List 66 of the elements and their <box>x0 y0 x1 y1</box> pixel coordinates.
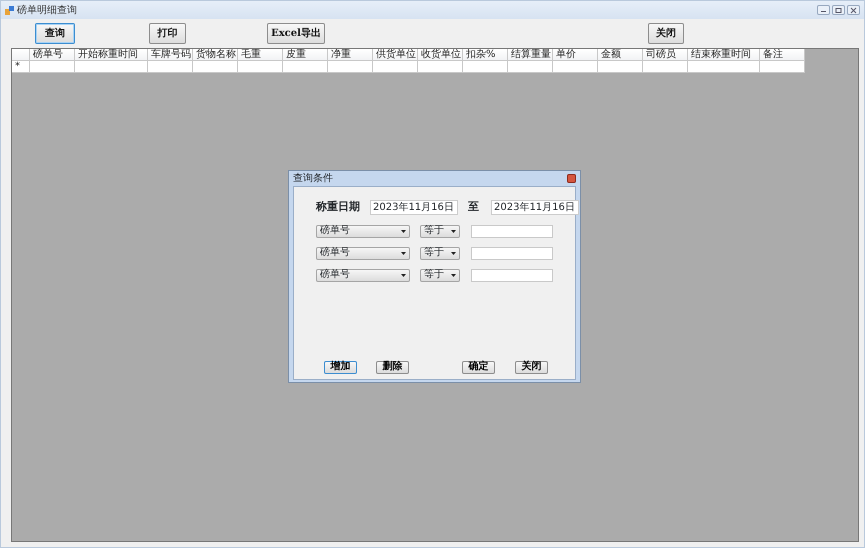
minimize-icon <box>821 10 826 12</box>
toolbar-button[interactable]: 打印 <box>149 22 186 44</box>
dropdown-arrow-icon <box>451 230 456 232</box>
dialog-title: 查询条件 <box>293 172 333 186</box>
table-cell[interactable] <box>283 61 328 73</box>
date-picker[interactable]: 2023年11月16日 <box>491 200 579 214</box>
operator-dropdown[interactable]: 等于 <box>420 246 460 260</box>
table-cell[interactable] <box>553 61 598 73</box>
app-icon <box>5 6 14 14</box>
table-cell[interactable] <box>688 61 760 73</box>
column-header[interactable]: 开始称重时间 <box>75 49 148 61</box>
date-label: 称重日期 <box>316 198 360 215</box>
close-button[interactable] <box>567 174 576 183</box>
close-button[interactable] <box>847 5 860 15</box>
table-cell[interactable] <box>643 61 688 73</box>
header-corner <box>12 49 30 61</box>
value-field[interactable] <box>471 246 553 260</box>
dropdown-arrow-icon <box>451 274 456 276</box>
field-dropdown[interactable]: 磅单号 <box>316 246 410 260</box>
table-cell[interactable] <box>148 61 193 73</box>
field-dropdown[interactable]: 磅单号 <box>316 268 410 282</box>
column-header[interactable]: 结束称重时间 <box>688 49 760 61</box>
column-header[interactable]: 收货单位 <box>418 49 463 61</box>
table-cell[interactable] <box>75 61 148 73</box>
table-cell[interactable] <box>760 61 805 73</box>
minimize-button[interactable] <box>817 5 830 15</box>
table-cell[interactable] <box>418 61 463 73</box>
column-header[interactable]: 结算重量 <box>508 49 553 61</box>
row-marker: * <box>12 61 30 73</box>
column-header[interactable]: 供货单位 <box>373 49 418 61</box>
table-cell[interactable] <box>373 61 418 73</box>
column-header[interactable]: 扣杂% <box>463 49 508 61</box>
table-cell[interactable] <box>598 61 643 73</box>
dialog-button[interactable]: 确定 <box>462 360 495 374</box>
date-picker[interactable]: 2023年11月16日 <box>370 200 458 214</box>
toolbar-button[interactable]: Excel导出 <box>267 22 325 44</box>
dropdown-arrow-icon <box>401 274 406 276</box>
close-icon <box>850 7 856 13</box>
table-cell[interactable] <box>328 61 373 73</box>
operator-dropdown[interactable]: 等于 <box>420 268 460 282</box>
field-dropdown[interactable]: 磅单号 <box>316 224 410 238</box>
maximize-icon <box>836 8 842 12</box>
table-cell[interactable] <box>508 61 553 73</box>
dropdown-arrow-icon <box>451 252 456 254</box>
dropdown-arrow-icon <box>401 252 406 254</box>
value-field[interactable] <box>471 224 553 238</box>
column-header[interactable]: 净重 <box>328 49 373 61</box>
value-field[interactable] <box>471 268 553 282</box>
toolbar-button[interactable]: 查询 <box>35 22 75 44</box>
table-cell[interactable] <box>193 61 238 73</box>
operator-dropdown[interactable]: 等于 <box>420 224 460 238</box>
table-cell[interactable] <box>30 61 75 73</box>
maximize-button[interactable] <box>832 5 845 15</box>
column-header[interactable]: 皮重 <box>283 49 328 61</box>
column-header[interactable]: 货物名称 <box>193 49 238 61</box>
toolbar-button[interactable]: 关闭 <box>648 22 684 44</box>
dialog-button[interactable]: 增加 <box>324 360 357 374</box>
table-cell[interactable] <box>463 61 508 73</box>
separator-label: 至 <box>468 198 479 215</box>
dialog-button[interactable]: 删除 <box>376 360 409 374</box>
column-header[interactable]: 单价 <box>553 49 598 61</box>
column-header[interactable]: 毛重 <box>238 49 283 61</box>
dropdown-arrow-icon <box>401 230 406 232</box>
dialog-button[interactable]: 关闭 <box>515 360 548 374</box>
table-cell[interactable] <box>238 61 283 73</box>
window-title: 磅单明细查询 <box>17 4 77 18</box>
